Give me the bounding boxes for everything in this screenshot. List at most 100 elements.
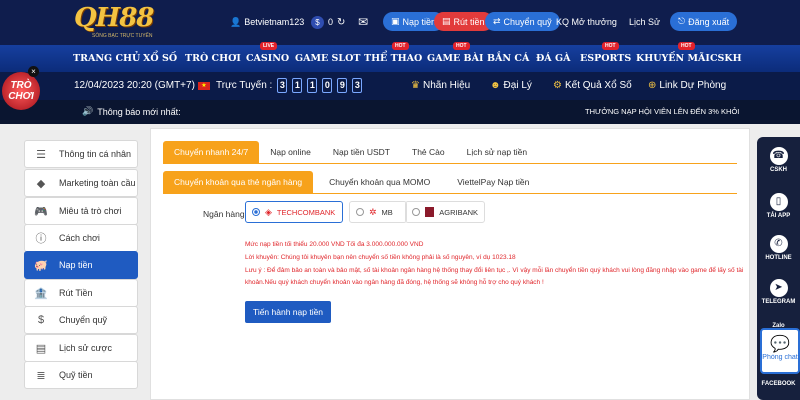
- user-info[interactable]: 👤 Betvietnam123: [230, 13, 304, 31]
- nav-trang-chu[interactable]: TRANG CHỦ: [73, 53, 140, 64]
- sidebar-item-bet-history[interactable]: ▤ Lịch sử cược: [24, 334, 138, 362]
- sidebar-item-label: Thông tin cá nhân: [59, 149, 132, 159]
- notice-label: Thông báo mới nhất:: [97, 106, 181, 117]
- notice-ticker: THƯỞNG NẠP HỘI VIÊN LÊN ĐẾN 3% KHỎI: [585, 107, 740, 116]
- sidebar-item-how-to-play[interactable]: ⓘ Cách chơi: [24, 224, 138, 252]
- nav-esports[interactable]: HOT ESPORTS: [580, 42, 631, 64]
- refresh-icon[interactable]: ↻: [337, 17, 345, 28]
- sidebar-item-transfer[interactable]: $ Chuyển quỹ: [24, 306, 138, 334]
- nav-casino[interactable]: LIVE CASINO: [246, 42, 290, 64]
- lottery-results-link[interactable]: ⚙ Kết Quả Xổ Số: [553, 80, 632, 91]
- tab-momo[interactable]: Chuyển khoản qua MOMO: [313, 171, 441, 193]
- cash-icon: ▤: [442, 16, 451, 26]
- nav-label: GAME SLOT: [295, 53, 361, 64]
- promo-bubble[interactable]: TRÒ CHƠI ×: [0, 66, 44, 122]
- sidebar-item-label: Rút Tiền: [59, 288, 93, 298]
- rail-label: TELEGRAM: [761, 299, 796, 305]
- backup-link[interactable]: ⊕ Link Dự Phòng: [648, 80, 726, 91]
- sidebar-item-deposit[interactable]: 🐖 Nạp tiền: [24, 251, 138, 279]
- advice-text: Lời khuyên: Chúng tôi khuyên bạn nên chu…: [245, 254, 516, 261]
- submit-deposit-button[interactable]: Tiến hành nạp tiền: [245, 301, 331, 323]
- tab-online[interactable]: Nạp online: [259, 141, 322, 163]
- logout-icon: ⎋: [678, 16, 686, 26]
- nav-da-ga[interactable]: ĐÁ GÀ: [536, 53, 570, 64]
- hot-badge: HOT: [602, 42, 619, 50]
- mail-icon: ✉: [358, 15, 369, 29]
- rail-download-app[interactable]: ▯ TẢI APP: [757, 193, 800, 219]
- nav-khuyen-mai[interactable]: HOT KHUYẾN MÃI: [636, 42, 710, 64]
- bank-option-agribank[interactable]: AGRIBANK: [405, 201, 485, 223]
- tab-divider: [163, 163, 737, 164]
- rail-label: CSKH: [769, 167, 787, 173]
- sidebar-item-label: Quỹ tiền: [59, 370, 93, 380]
- radio-unselected[interactable]: [412, 208, 420, 216]
- chat-label: Phòng chat: [762, 354, 798, 361]
- history-link[interactable]: Lịch Sử: [629, 13, 660, 31]
- sidebar-item-profile[interactable]: ☰ Thông tin cá nhân: [24, 140, 138, 168]
- nav-ban-ca[interactable]: BẮN CÁ: [487, 53, 529, 64]
- results-link[interactable]: KQ Mở thưởng: [556, 13, 617, 31]
- nav-xo-so[interactable]: XỔ SỐ: [143, 53, 177, 64]
- rail-telegram[interactable]: ➤ TELEGRAM: [757, 279, 800, 305]
- sidebar-item-label: Cách chơi: [59, 233, 100, 243]
- coin-icon: $: [311, 15, 324, 29]
- globe-icon: ⊕: [648, 80, 657, 91]
- lottery-label: Kết Quả Xổ Số: [564, 80, 632, 91]
- sub-tabs: Chuyển khoản qua thẻ ngân hàng Chuyển kh…: [163, 171, 540, 193]
- tab-bank-card[interactable]: Chuyển khoản qua thẻ ngân hàng: [163, 171, 314, 193]
- techcombank-logo-icon: ◈: [265, 206, 272, 217]
- tab-card[interactable]: Thẻ Cào: [401, 141, 456, 163]
- bank-name: MB: [381, 207, 393, 217]
- rail-cskh[interactable]: ☎ CSKH: [757, 147, 800, 173]
- tab-fast-transfer[interactable]: Chuyển nhanh 24/7: [163, 141, 260, 163]
- chat-button[interactable]: 💬 Phòng chat: [760, 328, 800, 374]
- call-icon: ✆: [769, 235, 788, 253]
- trophy-icon: ♛: [411, 80, 420, 91]
- rail-label: TẢI APP: [766, 213, 791, 219]
- radio-selected[interactable]: [252, 208, 260, 216]
- rail-facebook[interactable]: FACEBOOK: [757, 381, 800, 387]
- nav-label: CASINO: [246, 53, 290, 64]
- nav-label: KHUYẾN MÃI: [636, 53, 710, 64]
- rail-label: FACEBOOK: [761, 381, 796, 387]
- sidebar-item-marketing[interactable]: ◆ Marketing toàn cầu: [24, 169, 138, 197]
- username: Betvietnam123: [244, 17, 305, 27]
- radio-unselected[interactable]: [356, 208, 364, 216]
- deposit-label: Nạp tiền: [402, 16, 437, 27]
- backup-label: Link Dự Phòng: [659, 80, 727, 91]
- datetime: 12/04/2023 20:20 (GMT+7): [74, 80, 195, 91]
- tab-deposit-history[interactable]: Lịch sử nạp tiền: [456, 141, 539, 163]
- sidebar-item-label: Miêu tả trò chơi: [59, 206, 122, 216]
- sidebar-item-label: Lịch sử cược: [59, 343, 112, 353]
- withdraw-button[interactable]: ▤ Rút tiền: [434, 12, 493, 31]
- nav-tro-choi[interactable]: TRÒ CHƠI: [185, 53, 241, 64]
- online-digit: 3: [277, 78, 288, 93]
- bank-option-techcombank[interactable]: ◈ TECHCOMBANK: [245, 201, 343, 223]
- sidebar-item-label: Marketing toàn cầu: [59, 178, 136, 188]
- nav-game-slot[interactable]: GAME SLOT: [295, 53, 360, 64]
- brand-link[interactable]: ♛ Nhãn Hiệu: [411, 80, 470, 91]
- tab-usdt[interactable]: Nạp tiền USDT: [322, 141, 401, 163]
- sidebar-item-funds[interactable]: ≣ Quỹ tiền: [24, 361, 138, 389]
- tab-viettelpay[interactable]: ViettelPay Nạp tiền: [441, 171, 540, 193]
- hot-badge: HOT: [678, 42, 695, 50]
- sidebar-item-game-description[interactable]: 🎮 Miêu tả trò chơi: [24, 197, 138, 225]
- nav-label: ĐÁ GÀ: [536, 53, 571, 64]
- mail-button[interactable]: ✉: [358, 13, 368, 31]
- bank-name: TECHCOMBANK: [276, 207, 336, 217]
- rail-hotline[interactable]: ✆ HOTLINE: [757, 235, 800, 261]
- logo[interactable]: QH88 SÒNG BẠC TRỰC TUYẾN: [74, 3, 178, 41]
- transfer-button[interactable]: ⇄ Chuyển quỹ: [485, 12, 560, 31]
- balance[interactable]: $ 0 ↻: [311, 13, 345, 31]
- nav-the-thao[interactable]: HOT THỂ THAO: [364, 42, 423, 64]
- bank-option-mb[interactable]: ✲ MB: [349, 201, 407, 223]
- nav-cskh[interactable]: CSKH: [710, 53, 742, 64]
- logout-button[interactable]: ⎋ Đăng xuất: [670, 12, 738, 31]
- nav-label: THỂ THAO: [364, 53, 423, 64]
- nav-game-bai[interactable]: HOT GAME BÀI: [427, 42, 483, 64]
- promo-games[interactable]: TRÒ CHƠI: [2, 72, 40, 110]
- agent-link[interactable]: ☻ Đại Lý: [490, 80, 532, 91]
- close-icon[interactable]: ×: [28, 66, 39, 77]
- sidebar-item-withdraw[interactable]: 🏦 Rút Tiền: [24, 279, 138, 307]
- deposit-limit-text: Mức nạp tiền tối thiểu 20.000 VND Tối đa…: [245, 241, 424, 248]
